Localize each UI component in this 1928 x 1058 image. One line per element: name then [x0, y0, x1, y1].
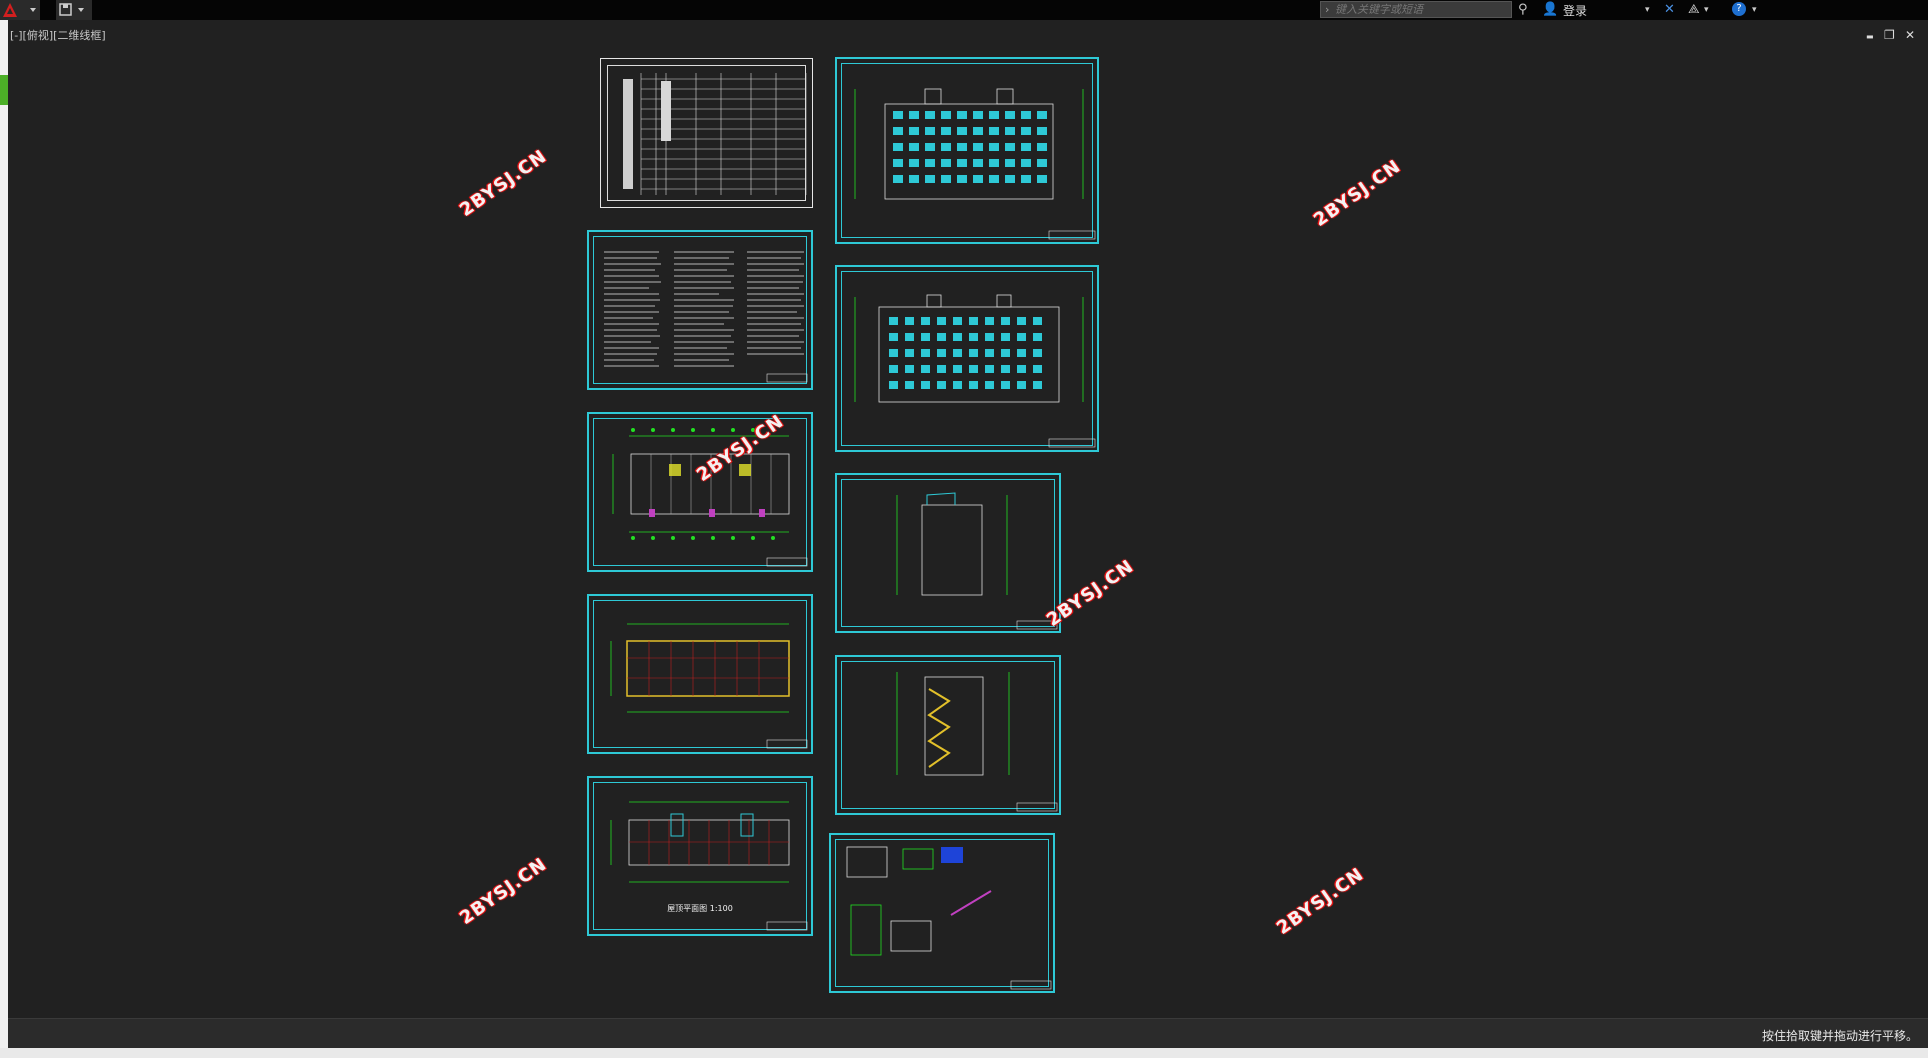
search-input-wrapper[interactable]: [1320, 1, 1512, 18]
a360-icon[interactable]: ⟁: [1688, 2, 1700, 18]
chevron-down-icon[interactable]: ▾: [1645, 2, 1650, 18]
sheet-details: [829, 833, 1055, 993]
sheet-front-elevation: [835, 57, 1099, 244]
sheet-standard-floor-plan: [587, 594, 813, 754]
chevron-down-icon[interactable]: ▾: [1704, 2, 1709, 18]
sheet-rear-elevation: [835, 265, 1099, 452]
binoculars-icon[interactable]: ⚲: [1518, 2, 1528, 18]
status-bar: 按住拾取键并拖动进行平移。: [8, 1018, 1928, 1049]
sheet-side-elevation: [835, 473, 1061, 633]
restore-drawing-button[interactable]: ❐: [1884, 28, 1895, 42]
watermark: 2BYSJ.CN: [1272, 863, 1368, 939]
search-input[interactable]: [1335, 3, 1505, 16]
save-icon: [59, 3, 84, 16]
left-palette-edge[interactable]: [0, 20, 8, 1050]
watermark: 2BYSJ.CN: [1309, 155, 1405, 231]
sheet-drawing-index: [600, 58, 813, 208]
status-message: 按住拾取键并拖动进行平移。: [1761, 1029, 1918, 1043]
autocad-logo-icon: [3, 3, 36, 17]
login-link[interactable]: 登录: [1563, 2, 1587, 19]
sheet-roof-plan: 屋顶平面图 1:100: [587, 776, 813, 936]
bottom-strip: [0, 1048, 1928, 1058]
quick-access-save-button[interactable]: [56, 0, 92, 20]
exchange-icon[interactable]: ✕: [1664, 2, 1675, 18]
watermark: 2BYSJ.CN: [455, 853, 551, 929]
app-menu-button[interactable]: [0, 0, 40, 20]
sheet-ground-floor-plan: [587, 412, 813, 572]
sheet-design-notes: [587, 230, 813, 390]
chevron-down-icon[interactable]: ▾: [1752, 2, 1757, 18]
user-icon[interactable]: 👤: [1542, 2, 1558, 18]
sheet-section: [835, 655, 1061, 815]
help-icon[interactable]: ?: [1732, 2, 1746, 16]
watermark: 2BYSJ.CN: [455, 145, 551, 221]
roof-plan-caption: 屋顶平面图 1:100: [667, 904, 733, 913]
viewport-controls-label[interactable]: [-][俯视][二维线框]: [10, 27, 106, 43]
minimize-drawing-button[interactable]: ▬: [1866, 32, 1874, 41]
title-bar: ⚲ 👤 登录 ▾ ✕ ⟁ ▾ ? ▾: [0, 0, 1928, 20]
close-drawing-button[interactable]: ✕: [1905, 28, 1915, 42]
